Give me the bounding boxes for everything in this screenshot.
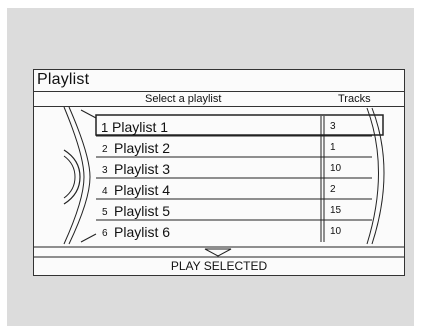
playlist-number: 6	[102, 228, 108, 239]
triangle-down-icon[interactable]	[204, 248, 232, 257]
playlist-number: 2	[102, 144, 108, 155]
playlist-name: Playlist 3	[114, 161, 171, 177]
playlist-name: Playlist 5	[114, 203, 171, 219]
playlist-name: Playlist 4	[114, 182, 171, 198]
playlist-name: Playlist 1	[112, 119, 169, 135]
track-count-5: 15	[330, 205, 342, 216]
track-count-4: 2	[330, 184, 336, 195]
playlist-number: 3	[102, 165, 108, 176]
playlist-screen: Playlist Select a playlist Tracks 1 Play…	[33, 69, 405, 276]
playlist-number: 5	[102, 207, 108, 218]
playlist-number: 1	[101, 120, 109, 135]
track-count-1: 3	[330, 121, 336, 132]
play-selected-button[interactable]: PLAY SELECTED	[34, 259, 404, 273]
playlist-name: Playlist 2	[114, 140, 171, 156]
playlist-number: 4	[102, 186, 108, 197]
track-count-3: 10	[330, 163, 342, 174]
track-count-6: 10	[330, 226, 342, 237]
playlist-name: Playlist 6	[114, 224, 171, 240]
track-count-2: 1	[330, 142, 336, 153]
